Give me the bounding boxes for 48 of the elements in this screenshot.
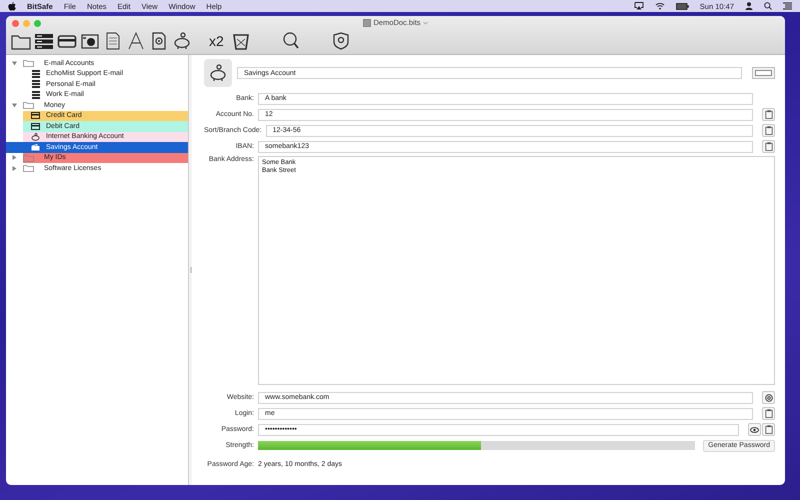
battery-icon[interactable] xyxy=(676,2,689,10)
card-icon xyxy=(31,122,40,130)
at-sign-icon xyxy=(764,394,772,402)
expanded-arrow-icon[interactable] xyxy=(12,60,17,66)
eye-icon xyxy=(750,426,759,432)
piggy-bank-icon xyxy=(31,132,40,141)
toolbar-label[interactable]: x2 xyxy=(209,33,224,49)
wifi-icon[interactable] xyxy=(654,2,665,10)
copy-button[interactable] xyxy=(762,124,775,137)
piggy-bank-icon[interactable] xyxy=(204,59,232,87)
user-icon[interactable] xyxy=(745,2,753,10)
collapsed-arrow-icon[interactable] xyxy=(12,166,17,171)
document-icon xyxy=(363,18,372,26)
expanded-arrow-icon[interactable] xyxy=(12,102,17,108)
apple-icon[interactable] xyxy=(8,2,16,10)
shield-icon[interactable] xyxy=(330,31,351,51)
folder-icon xyxy=(23,164,34,172)
clipboard-icon xyxy=(764,126,772,135)
clipboard-icon xyxy=(764,110,772,119)
color-button[interactable] xyxy=(752,67,775,79)
folder-icon xyxy=(23,154,34,162)
airplay-icon[interactable] xyxy=(634,2,644,10)
clipboard-icon xyxy=(764,142,772,151)
copy-button[interactable] xyxy=(762,407,775,420)
splitter-handle-icon[interactable] xyxy=(190,267,192,273)
server-icon xyxy=(32,70,40,78)
search-icon[interactable] xyxy=(764,2,772,10)
copy-button[interactable] xyxy=(762,423,775,436)
piggy-bank-icon[interactable] xyxy=(172,31,192,51)
collapsed-arrow-icon[interactable] xyxy=(12,155,17,160)
copy-button[interactable] xyxy=(762,140,775,153)
card-icon xyxy=(31,112,40,120)
at-sign-button[interactable] xyxy=(762,391,775,404)
server-icon[interactable] xyxy=(34,31,54,51)
list-icon[interactable] xyxy=(783,2,792,10)
folder-icon xyxy=(23,101,34,110)
clipboard-icon xyxy=(764,409,772,418)
wallet-icon xyxy=(31,144,40,151)
server-icon xyxy=(32,80,40,88)
folder-icon xyxy=(23,59,34,68)
font-icon[interactable] xyxy=(126,31,146,51)
server-icon xyxy=(32,90,40,99)
trash-icon[interactable] xyxy=(230,31,251,51)
eye-button[interactable] xyxy=(748,423,761,436)
copy-button[interactable] xyxy=(762,108,775,121)
search-icon[interactable] xyxy=(280,31,301,51)
clipboard-icon xyxy=(764,425,772,434)
close-button[interactable] xyxy=(12,20,19,26)
